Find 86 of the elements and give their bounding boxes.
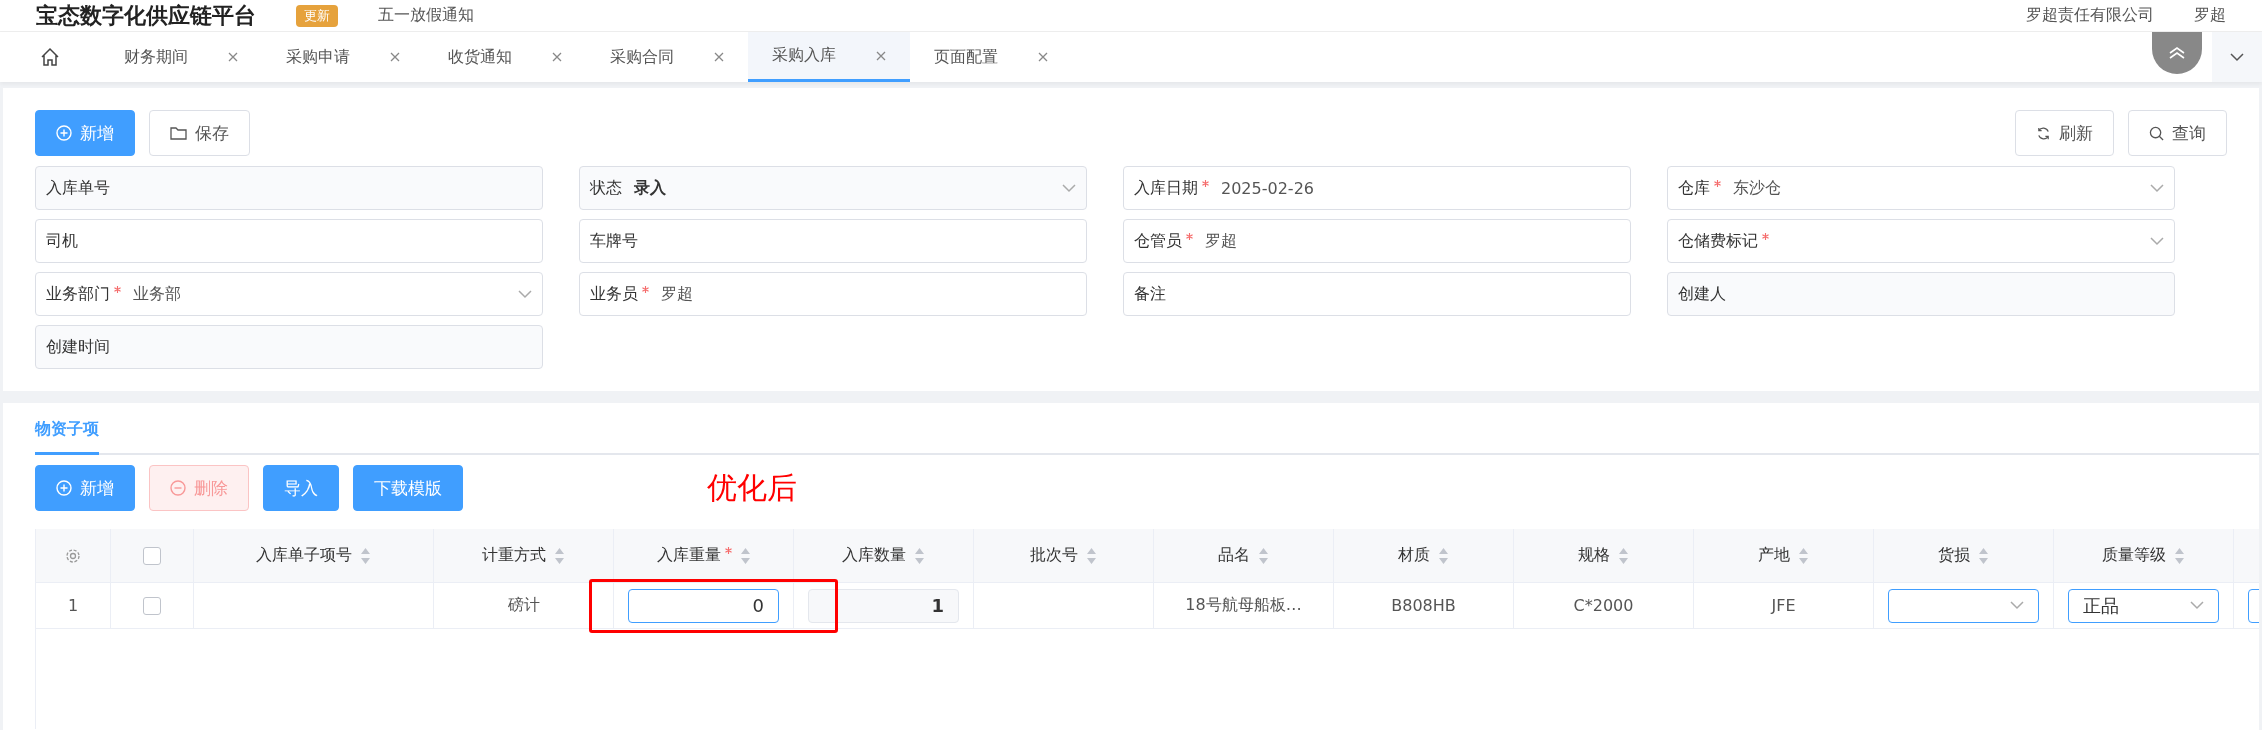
input-field[interactable]: 司机	[35, 219, 543, 263]
table-cell: JFE	[1694, 583, 1874, 628]
input-field[interactable]: 业务员 罗超	[579, 272, 1087, 316]
column-header: 规格	[1578, 545, 1610, 566]
table-cell: B808HB	[1334, 583, 1514, 628]
home-icon[interactable]	[40, 47, 60, 67]
page-tab[interactable]: 采购入库	[748, 32, 910, 82]
update-badge: 更新	[296, 4, 338, 27]
chevron-down-icon	[2010, 601, 2024, 610]
required-icon	[724, 547, 732, 554]
select-field[interactable]: 仓储费标记	[1667, 219, 2175, 263]
input-field[interactable]: 入库日期 2025-02-26	[1123, 166, 1631, 210]
close-icon[interactable]	[228, 52, 238, 62]
input-field[interactable]: 创建时间	[35, 325, 543, 369]
sort-icon[interactable]	[1438, 546, 1449, 565]
tabs-menu-icon	[2230, 52, 2244, 62]
input-field[interactable]: 备注	[1123, 272, 1631, 316]
search-icon	[2149, 125, 2164, 141]
column-header: 入库重量	[656, 545, 732, 566]
sort-icon[interactable]	[1258, 546, 1269, 565]
refresh-icon	[2036, 125, 2051, 141]
input-field[interactable]: 入库单号	[35, 166, 543, 210]
select-field[interactable]	[1888, 588, 2039, 623]
select-all-checkbox[interactable]	[143, 546, 161, 565]
close-icon[interactable]	[552, 52, 562, 62]
close-icon[interactable]	[1038, 52, 1048, 62]
close-icon[interactable]	[714, 52, 724, 62]
search-button[interactable]: 查询	[2128, 110, 2227, 156]
sort-icon[interactable]	[360, 546, 371, 565]
input-field[interactable]: 仓管员 罗超	[1123, 219, 1631, 263]
input-field[interactable]: 创建人	[1667, 272, 2175, 316]
row-checkbox[interactable]	[143, 596, 161, 615]
select-field[interactable]: 正品	[2068, 588, 2219, 623]
sort-icon[interactable]	[1618, 546, 1629, 565]
table-cell: 磅计	[434, 583, 614, 628]
column-header: 计重方式	[482, 545, 546, 566]
save-button[interactable]: 保存	[149, 110, 250, 156]
column-header: 批次号	[1030, 545, 1078, 566]
sort-icon[interactable]	[739, 546, 751, 565]
input-field[interactable]: 车牌号	[579, 219, 1087, 263]
page-tab[interactable]: 收货通知	[424, 32, 586, 82]
sort-icon[interactable]	[2174, 546, 2185, 565]
remove-icon	[170, 480, 186, 496]
sort-icon[interactable]	[914, 546, 925, 565]
notice-text[interactable]: 五一放假通知	[378, 5, 474, 26]
sort-icon[interactable]	[1798, 546, 1809, 565]
column-header: 材质	[1398, 545, 1430, 566]
row-number: 1	[36, 583, 111, 628]
sort-icon[interactable]	[554, 546, 565, 565]
page-tab[interactable]: 采购申请	[262, 32, 424, 82]
close-icon[interactable]	[390, 52, 400, 62]
chevron-down-icon	[2150, 183, 2164, 193]
chevron-down-icon	[2190, 601, 2204, 610]
page-tab[interactable]: 采购合同	[586, 32, 748, 82]
refresh-button[interactable]: 刷新	[2015, 110, 2114, 156]
column-header: 产地	[1758, 545, 1790, 566]
weight-input[interactable]: 0	[628, 588, 779, 623]
table-cell: C*2000	[1514, 583, 1694, 628]
double-chevron-up-icon	[2168, 46, 2186, 60]
settings-icon[interactable]	[65, 547, 81, 564]
chevron-down-icon	[2150, 236, 2164, 246]
column-header: 质量等级	[2102, 545, 2166, 566]
collapse-button[interactable]	[2152, 32, 2202, 74]
select-field[interactable]: 业务部门 业务部	[35, 272, 543, 316]
column-header: 品名	[1218, 545, 1250, 566]
annotation-text: 优化后	[707, 468, 797, 507]
app-title: 宝态数字化供应链平台	[36, 2, 256, 29]
table-cell: 18号航母船板…	[1154, 583, 1334, 628]
quantity-input[interactable]: 1	[808, 588, 959, 623]
column-header: 入库数量	[842, 545, 906, 566]
column-header: 货损	[1938, 545, 1970, 566]
close-icon[interactable]	[876, 50, 886, 61]
select-field[interactable]: 仓库 东沙仓	[1667, 166, 2175, 210]
select-field[interactable]: 状态 录入	[579, 166, 1087, 210]
chevron-down-icon	[518, 289, 532, 299]
folder-icon	[170, 126, 187, 140]
add-icon	[56, 125, 72, 141]
sort-icon[interactable]	[1086, 546, 1097, 565]
page-tab[interactable]: 页面配置	[910, 32, 1072, 82]
user-menu[interactable]: 罗超	[2194, 5, 2226, 26]
add-icon	[56, 480, 72, 496]
chevron-down-icon	[1062, 183, 1076, 193]
page-tab[interactable]: 财务期间	[100, 32, 262, 82]
sort-icon[interactable]	[1978, 546, 1989, 565]
company-menu[interactable]: 罗超责任有限公司	[2026, 5, 2154, 26]
column-header: 入库单子项号	[256, 545, 352, 566]
